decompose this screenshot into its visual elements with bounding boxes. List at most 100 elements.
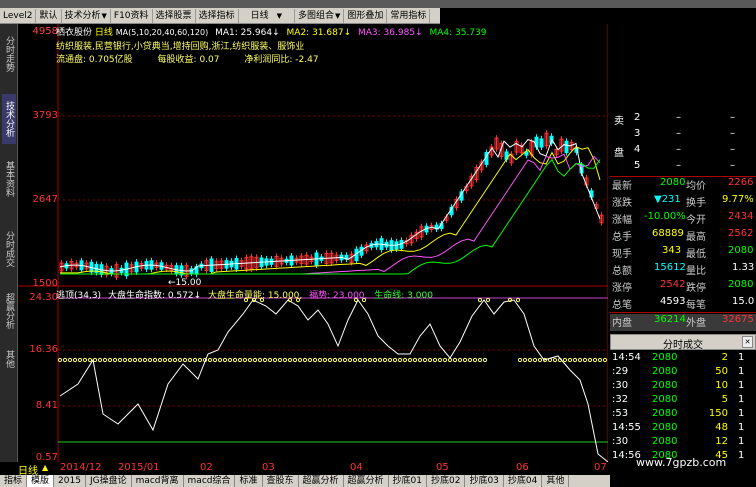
q-value: 2266 [728,177,754,188]
common-label: 常用指标 [390,10,427,21]
pick-stock-button[interactable]: 选择股票 [153,8,196,23]
ticks-header[interactable]: 分时成交 ✕ [610,334,756,351]
bottom-area: 日线 ▲ 2014/12 2015/01 02 03 04 05 06 07 指… [0,462,610,487]
tab-12[interactable]: 抄底03 [465,475,504,487]
tab-11[interactable]: 抄底02 [427,475,466,487]
tab-14[interactable]: 其他 [542,475,570,487]
tab-10[interactable]: 抄底01 [389,475,427,487]
orderbook-row: 3 – – [610,128,756,145]
level2-label: Level2 [3,10,33,21]
indicator-energy: 大盘生命量能: 15.000, [208,291,303,301]
q-label: 总笔 [612,300,632,311]
quote-panel: 卖 2– – 3– – 盘 4– – 5– – 最新 2080 均价 2266 涨跌 ▼231 换手 9… [610,112,756,462]
quote-row: 总笔 4593 每笔 15.0 [610,296,756,313]
tick-time: 14:55 [612,422,641,433]
tab-7[interactable]: 查股东 [263,475,299,487]
tab-0[interactable]: 指标 [0,475,28,487]
tick-dir: 1 [738,436,745,447]
tab-8[interactable]: 超赢分析 [299,475,344,487]
period-button[interactable]: 日线 ▼ [239,8,295,23]
energy-dot [432,357,438,363]
quote-row: 内盘 36214 外盘 32675 [610,314,756,331]
tab-6[interactable]: 标准 [235,475,263,487]
tab-1[interactable]: 模版 [27,475,55,487]
close-icon[interactable]: ✕ [742,336,753,348]
default-button[interactable]: 默认 [36,8,62,23]
q-label: 外盘 [686,318,706,329]
energy-dot [107,357,113,363]
level2-button[interactable]: Level2 [0,8,37,23]
energy-dot [337,357,343,363]
multi-chart-button[interactable]: 多图组合 ▼ [295,8,345,23]
period-label: 日线 [250,10,269,21]
q-label: 总额 [612,266,632,277]
tab-5[interactable]: macd综合 [184,475,236,487]
side-tab-tech[interactable]: 技术分析 [2,94,16,144]
energy-dot [67,357,73,363]
pick-index-button[interactable]: 选择指标 [196,8,239,23]
f10-button[interactable]: F10资料 [111,8,153,23]
q-value: -10.00% [644,211,686,222]
indicator-lifeline: 生命线: 3.000 [374,291,433,301]
energy-dot [162,357,168,363]
level-price: – [676,144,681,155]
tab-13[interactable]: 抄底04 [504,475,543,487]
q-label: 内盘 [612,318,632,329]
energy-dot [442,357,448,363]
energy-dot [522,357,528,363]
chevron-down-icon: ▼ [276,11,282,20]
energy-dot [477,357,483,363]
indicator-escape: 福势: 23.000, [309,291,368,301]
energy-dot [187,357,193,363]
common-index-button[interactable]: 常用指标 [387,8,431,23]
energy-dot [142,357,148,363]
energy-dot [552,357,558,363]
level-num: 3 [634,128,641,139]
f10-label: F10资料 [113,10,149,21]
tick-price: 2080 [652,436,678,447]
side-tab-chaoying[interactable]: 超赢分析 [2,286,16,336]
tab-4[interactable]: macd背离 [132,475,184,487]
tab-3[interactable]: JG操盘论 [86,475,132,487]
tick-dir: 1 [738,380,745,391]
q-label: 总手 [612,232,632,243]
side-tab-trades[interactable]: 分时成交 [2,224,16,274]
multi-label: 多图组合 [297,10,334,21]
tick-time: :30 [612,436,629,447]
energy-dot [567,357,573,363]
indicator-header: 逃顶(34,3) 大盘生命指数: 0.572↓ 大盘生命量能: 15.000, … [56,288,433,301]
energy-dot [372,357,378,363]
float-shares: 流通盘: 0.705亿股 [56,55,133,65]
q-label: 最新 [612,181,632,192]
energy-dot [342,357,348,363]
q-value: 2080 [660,177,686,188]
overlay-button[interactable]: 图形叠加 [344,8,388,23]
tech-analysis-button[interactable]: 技术分析 ▼ [62,8,111,23]
energy-dot [562,357,568,363]
energy-dot [277,357,283,363]
energy-dot [467,357,473,363]
energy-dot [312,357,318,363]
energy-dot [597,357,603,363]
energy-dot [197,357,203,363]
q-label: 跌停 [686,283,706,294]
orderbook-row: 盘 4 – – [610,144,756,161]
side-tab-minute[interactable]: 分时走势 [2,30,16,78]
low-price-marker: ←15.00 [168,278,202,288]
chart-area[interactable]: 4958 3793 2647 1500 24.30 16.36 8.41 0.5… [18,24,608,463]
tab-2[interactable]: 2015 [54,475,86,487]
level-num: 5 [634,160,641,171]
energy-dot [592,357,598,363]
side-tab-other[interactable]: 其他 [2,344,16,374]
energy-dot [282,357,288,363]
tick-price: 2080 [652,394,678,405]
side-tab-basic[interactable]: 基本资料 [2,154,16,204]
energy-dot [532,357,538,363]
tick-price: 2080 [652,366,678,377]
q-value: 9.77% [722,194,754,205]
tab-9[interactable]: 超赢分析 [344,475,389,487]
tick-price: 2080 [652,408,678,419]
ma3-value: MA3: 36.985↓ [357,28,423,38]
window-top-strip [0,0,756,8]
energy-dot [297,357,303,363]
